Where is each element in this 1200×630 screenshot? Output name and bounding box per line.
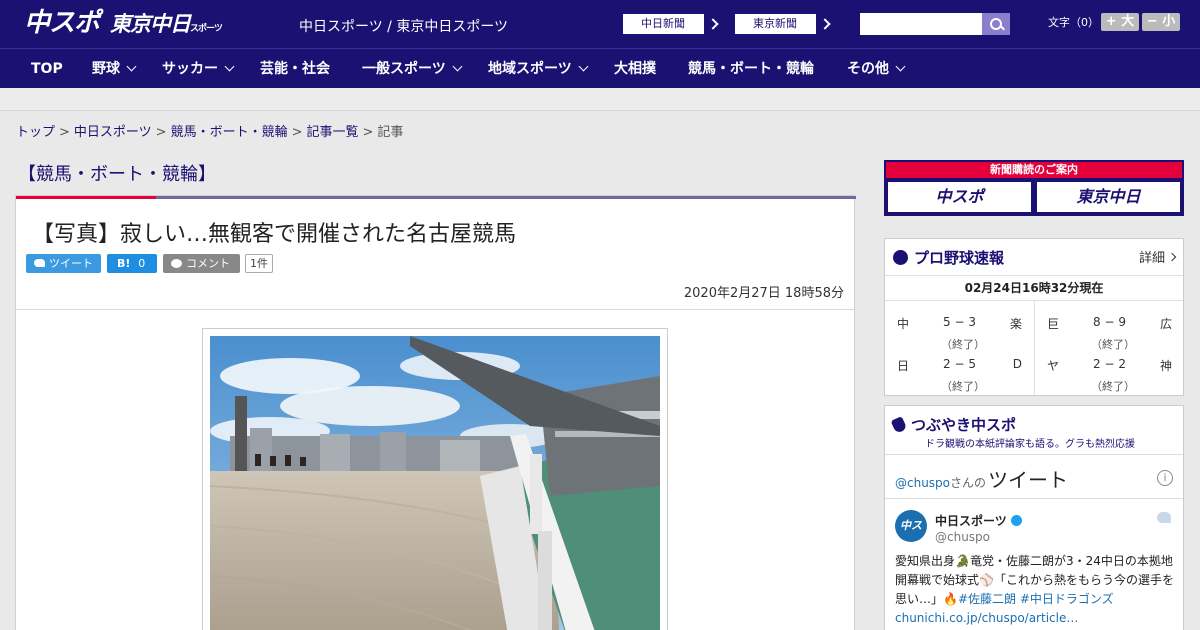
twitter-widget-title: つぶやき中スポ — [890, 414, 1016, 435]
tweet-author-name[interactable]: 中日スポーツ — [935, 512, 1022, 529]
chuspo-profile-link[interactable]: @chuspo — [895, 476, 950, 490]
twitter-widget: つぶやき中スポ ドラ観戦の本紙評論家も語る。グラも熱烈応援 @chuspoさんの… — [884, 405, 1184, 630]
verified-icon — [1010, 515, 1022, 526]
article-date: 2020年2月27日 18時58分 — [683, 286, 844, 301]
comment-button[interactable]: コメント — [163, 254, 240, 273]
article-card: 【写真】寂しい…無観客で開催された名古屋競馬 ツイート B! 0 コメント 1件… — [15, 195, 856, 630]
font-smaller-button[interactable]: − 小 — [1142, 13, 1180, 31]
tokyo-shimbun-button[interactable]: 東京新聞 — [734, 13, 836, 35]
twitter-bird-icon[interactable] — [1157, 512, 1171, 523]
chevron-down-icon — [895, 61, 906, 72]
chevron-right-icon — [815, 14, 835, 34]
game-score[interactable]: 日2 − 5 D （終了） — [885, 349, 1034, 393]
article-title: 【写真】寂しい…無観客で開催された名古屋競馬 — [32, 222, 517, 247]
nav-item-local-sports[interactable]: 地域スポーツ — [488, 49, 589, 89]
search-icon[interactable] — [982, 13, 1010, 35]
site-tagline: 中日スポーツ / 東京中日スポーツ — [299, 19, 509, 35]
baseball-details-link[interactable]: 詳細 — [1139, 247, 1175, 266]
megaphone-icon — [890, 416, 908, 434]
nav-item-other[interactable]: その他 — [847, 49, 906, 89]
nav-item-sumo[interactable]: 大相撲 — [614, 49, 656, 89]
nav-item-soccer[interactable]: サッカー — [162, 49, 235, 89]
chevron-down-icon — [126, 61, 137, 72]
subscription-ad-title: 新聞購読のご案内 — [886, 162, 1182, 178]
racetrack-photo — [210, 336, 660, 630]
search-input[interactable] — [860, 13, 982, 35]
search-box — [860, 13, 1010, 35]
font-size-label: 文字（0） — [1048, 16, 1099, 29]
hashtag-links[interactable]: #佐藤二朗 #中日ドラゴンズ — [958, 592, 1114, 606]
comment-count[interactable]: 1件 — [245, 254, 273, 273]
breadcrumb-current: 記事 — [377, 125, 404, 140]
tokyo-chunichi-subscribe-link[interactable]: 東京中日 — [1037, 182, 1180, 212]
article-photo[interactable] — [210, 336, 660, 630]
site-logo[interactable]: 中スポ — [24, 8, 100, 38]
chevron-down-icon — [452, 61, 463, 72]
article-photo-frame — [202, 328, 668, 630]
tweets-heading: @chuspoさんの ツイート — [895, 468, 1069, 492]
subscription-ad[interactable]: 新聞購読のご案内 中スポ 東京中日 — [884, 160, 1184, 216]
game-score[interactable]: 巨8 − 9 広（終了） — [1035, 307, 1184, 351]
site-header: 中スポ 東京中日スポーツ 中日スポーツ / 東京中日スポーツ 中日新聞 東京新聞… — [0, 0, 1200, 48]
scores-timestamp: 02月24日16時32分現在 — [885, 275, 1183, 301]
chuspo-subscribe-link[interactable]: 中スポ — [888, 182, 1031, 212]
chevron-down-icon — [224, 61, 235, 72]
breadcrumb: トップ > 中日スポーツ > 競馬・ボート・競輪 > 記事一覧 > 記事 — [16, 125, 404, 140]
nav-item-baseball[interactable]: 野球 — [92, 49, 137, 89]
game-score[interactable]: ヤ2 − 2 神（終了） — [1035, 349, 1184, 393]
ad-strip — [0, 89, 1200, 111]
speech-bubble-icon — [171, 259, 182, 268]
twitter-bird-icon — [34, 259, 45, 267]
nav-item-general-sports[interactable]: 一般スポーツ — [362, 49, 463, 89]
chunichi-shimbun-button[interactable]: 中日新聞 — [622, 13, 724, 35]
baseball-icon — [893, 250, 908, 265]
baseball-scores-title: プロ野球速報 — [893, 247, 1004, 268]
info-icon[interactable]: i — [1157, 470, 1173, 486]
game-score[interactable]: 中5 − 3 楽（終了） — [885, 307, 1034, 351]
tokyo-chunichi-logo[interactable]: 東京中日スポーツ — [110, 10, 223, 43]
main-nav: TOP 野球 サッカー 芸能・社会 一般スポーツ 地域スポーツ 大相撲 競馬・ボ… — [0, 48, 1200, 88]
avatar[interactable]: 中スポ — [895, 510, 927, 564]
font-larger-button[interactable]: + 大 — [1101, 13, 1139, 31]
baseball-scores: プロ野球速報 詳細 02月24日16時32分現在 中5 − 3 楽（終了） 巨8 … — [884, 238, 1184, 396]
nav-item-keiba[interactable]: 競馬・ボート・競輪 — [688, 49, 814, 89]
breadcrumb-article-list[interactable]: 記事一覧 — [307, 125, 359, 140]
breadcrumb-top[interactable]: トップ — [16, 125, 55, 140]
tweet-button[interactable]: ツイート — [26, 254, 101, 273]
hatena-bookmark-button[interactable]: B! 0 — [107, 254, 157, 273]
tweet-author-handle[interactable]: @chuspo — [935, 530, 990, 544]
chevron-down-icon — [578, 61, 589, 72]
breadcrumb-keiba[interactable]: 競馬・ボート・競輪 — [171, 125, 288, 140]
nav-item-top[interactable]: TOP — [31, 49, 63, 89]
section-title: 【競馬・ボート・競輪】 — [18, 164, 216, 185]
breadcrumb-chunichi-sports[interactable]: 中日スポーツ — [74, 125, 152, 140]
chevron-right-icon — [703, 14, 723, 34]
tweet-text: 愛知県出身🐊竜党・佐藤二朗が3・24中日の本拠地開幕戦で始球式⚾「これから熱をも… — [895, 554, 1174, 625]
twitter-widget-subtitle: ドラ観戦の本紙評論家も語る。グラも熱烈応援 — [925, 439, 1135, 450]
section-bar — [16, 196, 856, 199]
nav-item-entertainment[interactable]: 芸能・社会 — [260, 49, 330, 89]
tweet-article-link[interactable]: chunichi.co.jp/chuspo/article… — [895, 611, 1078, 625]
